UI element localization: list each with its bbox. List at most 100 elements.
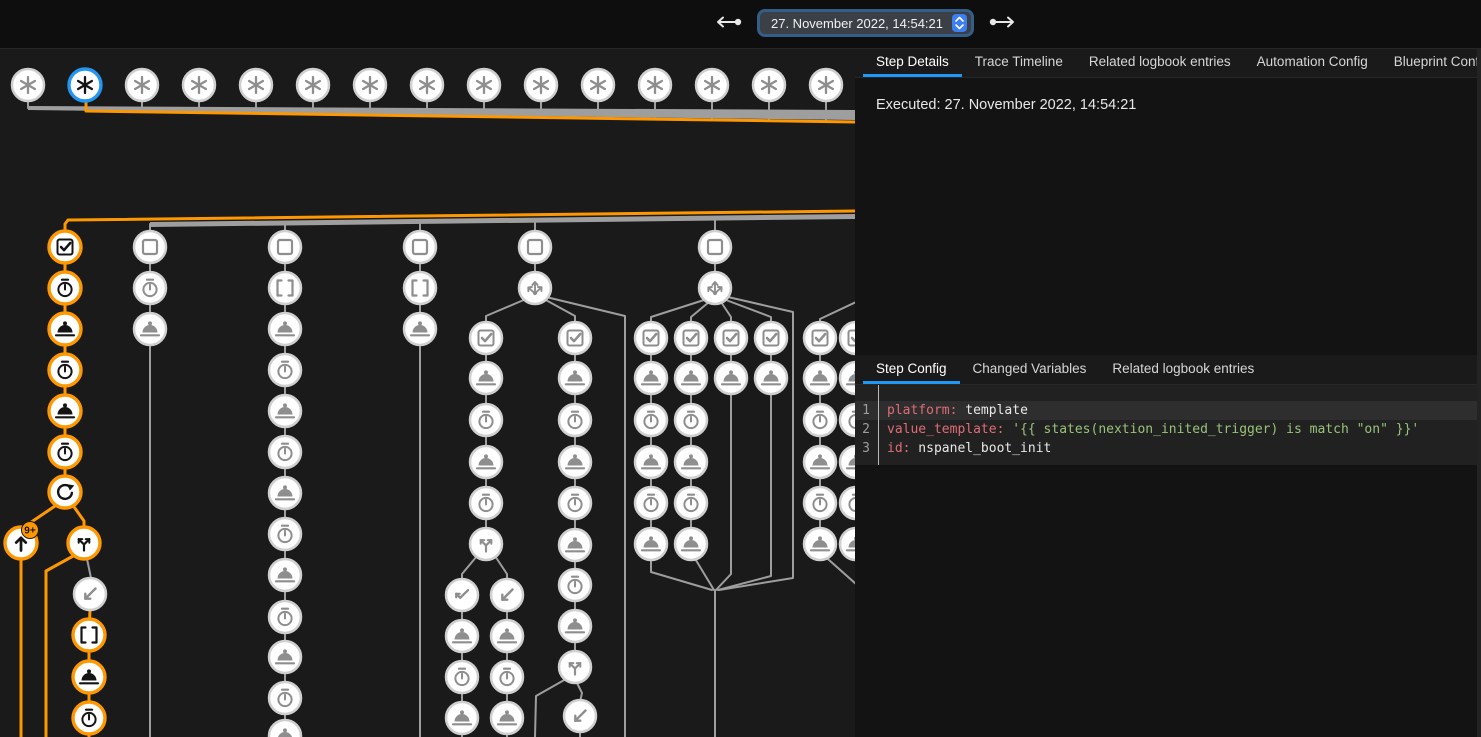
split-node[interactable] [68, 527, 100, 559]
service-node[interactable] [635, 362, 667, 394]
service-node[interactable] [49, 395, 81, 427]
parallel-node[interactable] [519, 272, 551, 304]
tab-changed-variables[interactable]: Changed Variables [960, 355, 1100, 384]
condition-node[interactable] [49, 231, 81, 263]
timer-node[interactable] [73, 702, 105, 734]
service-node[interactable] [840, 528, 855, 560]
timer-node[interactable] [49, 272, 81, 304]
timer-node[interactable] [804, 487, 836, 519]
service-node[interactable] [269, 559, 301, 591]
timer-node[interactable] [269, 682, 301, 714]
service-node[interactable] [755, 362, 787, 394]
timer-node[interactable] [804, 404, 836, 436]
tab-step-config[interactable]: Step Config [863, 355, 960, 384]
service-node[interactable] [491, 702, 523, 734]
service-node[interactable] [559, 610, 591, 642]
service-node[interactable] [404, 313, 436, 345]
service-node[interactable] [73, 661, 105, 693]
service-node[interactable] [446, 702, 478, 734]
timer-node[interactable] [559, 487, 591, 519]
service-node[interactable] [675, 528, 707, 560]
timer-node[interactable] [269, 601, 301, 633]
service-node[interactable] [804, 362, 836, 394]
trigger-node[interactable] [12, 69, 44, 101]
service-node[interactable] [491, 620, 523, 652]
arrow-down-left-node[interactable] [491, 579, 523, 611]
trigger-node[interactable] [411, 69, 443, 101]
service-node[interactable] [269, 395, 301, 427]
timer-node[interactable] [491, 661, 523, 693]
trigger-node[interactable] [696, 69, 728, 101]
trigger-node[interactable] [354, 69, 386, 101]
yaml-editor[interactable]: 1 platform: template 2 value_template: '… [855, 385, 1481, 465]
trigger-node[interactable] [810, 69, 842, 101]
timer-node[interactable] [470, 487, 502, 519]
brackets-node[interactable] [73, 619, 105, 651]
arrow-down-left-node[interactable] [74, 578, 106, 610]
service-node[interactable] [470, 362, 502, 394]
next-trace-button[interactable] [987, 14, 1019, 33]
repeat-node[interactable] [49, 476, 81, 508]
timer-node[interactable] [134, 272, 166, 304]
tab-related-logbook-entries[interactable]: Related logbook entries [1076, 48, 1244, 77]
trigger-node[interactable] [69, 69, 101, 101]
service-node[interactable] [559, 362, 591, 394]
split-node[interactable] [559, 651, 591, 683]
trigger-node[interactable] [126, 69, 158, 101]
timer-node[interactable] [269, 436, 301, 468]
timer-node[interactable] [269, 354, 301, 386]
previous-trace-button[interactable] [712, 14, 744, 33]
timer-node[interactable] [675, 404, 707, 436]
trigger-node[interactable] [183, 69, 215, 101]
scrollbar-track[interactable] [1477, 48, 1481, 737]
trigger-node[interactable] [582, 69, 614, 101]
condition-node[interactable] [840, 322, 855, 354]
timer-node[interactable] [269, 518, 301, 550]
service-node[interactable] [269, 477, 301, 509]
timer-node[interactable] [675, 487, 707, 519]
timer-node[interactable] [446, 661, 478, 693]
service-node[interactable] [840, 446, 855, 478]
timer-node[interactable] [840, 404, 855, 436]
service-node[interactable] [559, 529, 591, 561]
service-node[interactable] [446, 620, 478, 652]
timer-node[interactable] [840, 487, 855, 519]
tab-step-details[interactable]: Step Details [863, 48, 962, 77]
condition-node[interactable] [715, 322, 747, 354]
timer-node[interactable] [49, 354, 81, 386]
trigger-node[interactable] [240, 69, 272, 101]
timer-node[interactable] [49, 436, 81, 468]
condition-node[interactable] [635, 322, 667, 354]
timer-node[interactable] [559, 569, 591, 601]
condition-node[interactable] [804, 322, 836, 354]
tab-automation-config[interactable]: Automation Config [1244, 48, 1381, 77]
service-node[interactable] [840, 362, 855, 394]
service-node[interactable] [269, 720, 301, 737]
timer-node[interactable] [559, 404, 591, 436]
timer-node[interactable] [635, 404, 667, 436]
service-node[interactable] [675, 362, 707, 394]
service-node[interactable] [470, 446, 502, 478]
arrow-down-left-node[interactable] [564, 700, 596, 732]
parallel-node[interactable] [699, 272, 731, 304]
service-node[interactable] [635, 528, 667, 560]
condition-node[interactable] [675, 322, 707, 354]
service-node[interactable] [675, 446, 707, 478]
timer-node[interactable] [470, 404, 502, 436]
service-node[interactable] [559, 446, 591, 478]
square-node[interactable] [699, 231, 731, 263]
overflow-count-badge[interactable]: 9+ [22, 522, 39, 539]
service-node[interactable] [804, 446, 836, 478]
condition-node[interactable] [559, 322, 591, 354]
service-node[interactable] [635, 446, 667, 478]
tab-related-logbook-entries-2[interactable]: Related logbook entries [1099, 355, 1267, 384]
service-node[interactable] [269, 313, 301, 345]
timer-node[interactable] [635, 487, 667, 519]
check-arrow-node[interactable] [446, 579, 478, 611]
split-node[interactable] [470, 528, 502, 560]
tab-trace-timeline[interactable]: Trace Timeline [962, 48, 1076, 77]
square-node[interactable] [519, 231, 551, 263]
trigger-node[interactable] [297, 69, 329, 101]
brackets-node[interactable] [269, 272, 301, 304]
trigger-node[interactable] [468, 69, 500, 101]
